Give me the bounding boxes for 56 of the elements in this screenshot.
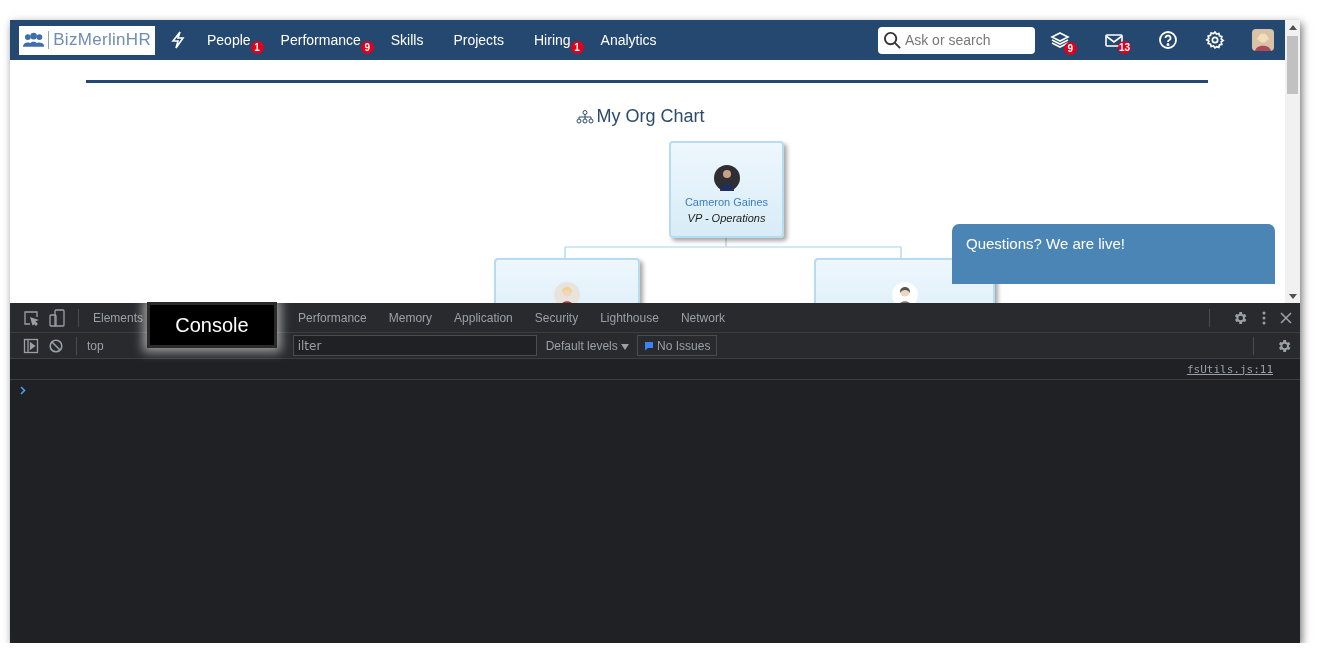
- devtools-tab[interactable]: Application: [454, 310, 513, 325]
- caret-icon: [621, 343, 630, 350]
- count-badge: 9: [360, 41, 374, 54]
- count-badge: 1: [250, 41, 264, 54]
- nav-link[interactable]: Analytics: [600, 32, 657, 48]
- org-chart-icon: [576, 109, 595, 124]
- sidebar-icon[interactable]: [23, 337, 39, 354]
- avatar-icon: [713, 165, 740, 191]
- people-logo-icon: [23, 32, 45, 48]
- stack-icon[interactable]: [1049, 31, 1070, 49]
- scrollbar[interactable]: [1285, 20, 1300, 303]
- nav-link[interactable]: People: [207, 32, 251, 48]
- context-selector[interactable]: top: [85, 338, 104, 353]
- settings-icon[interactable]: [1205, 30, 1225, 50]
- person-name[interactable]: Cameron Gaines: [684, 196, 769, 208]
- nav-link[interactable]: Skills: [390, 32, 424, 48]
- scrollbar-thumb[interactable]: [1287, 36, 1298, 94]
- search-field[interactable]: Ask or search: [877, 26, 1035, 54]
- scroll-down-icon[interactable]: [1288, 293, 1297, 299]
- inspect-icon[interactable]: [23, 309, 39, 326]
- devtools-tab[interactable]: Elements: [93, 310, 144, 325]
- settings-icon[interactable]: [1232, 309, 1248, 326]
- count-badge: 1: [570, 41, 584, 54]
- console-tooltip: Console: [147, 302, 277, 348]
- close-icon[interactable]: [1280, 311, 1292, 324]
- nav-link[interactable]: Performance: [280, 32, 361, 48]
- nav-link[interactable]: Hiring: [534, 32, 571, 48]
- devtools-tab[interactable]: Lighthouse: [600, 310, 659, 325]
- count-badge: 13: [1117, 41, 1131, 54]
- lightning-icon[interactable]: [171, 31, 185, 49]
- devtools-tab[interactable]: Memory: [388, 310, 433, 325]
- devtools-tab[interactable]: Security: [534, 310, 579, 325]
- nav-link[interactable]: Projects: [453, 32, 504, 48]
- device-toolbar-icon[interactable]: [49, 308, 65, 327]
- logo-text: BizMerlinHR: [53, 30, 151, 50]
- devtools-tab[interactable]: Performance: [298, 310, 367, 325]
- prompt-icon: [20, 386, 26, 395]
- levels-dropdown[interactable]: Default levels: [545, 338, 630, 353]
- search-icon: [882, 30, 902, 50]
- issues-button[interactable]: No Issues: [637, 335, 718, 356]
- scroll-up-icon[interactable]: [1288, 24, 1297, 30]
- help-icon[interactable]: [1158, 30, 1178, 50]
- org-node[interactable]: Cameron Gaines VP - Operations: [669, 141, 784, 238]
- user-avatar[interactable]: [1252, 29, 1274, 51]
- job-title: VP - Operations: [687, 212, 766, 224]
- count-badge: 9: [1063, 42, 1077, 55]
- live-chat-toast[interactable]: Questions? We are live!: [952, 224, 1275, 284]
- message-icon: [644, 340, 655, 351]
- source-link[interactable]: fsUtils.js:11: [1186, 362, 1273, 376]
- devtools-tab[interactable]: Network: [680, 310, 725, 325]
- logo[interactable]: BizMerlinHR: [19, 25, 155, 55]
- clear-icon[interactable]: [49, 338, 63, 353]
- filter-field[interactable]: ilter: [292, 335, 537, 356]
- settings-icon[interactable]: [1276, 337, 1292, 354]
- more-icon[interactable]: [1262, 310, 1266, 325]
- page-title: My Org Chart: [596, 106, 705, 127]
